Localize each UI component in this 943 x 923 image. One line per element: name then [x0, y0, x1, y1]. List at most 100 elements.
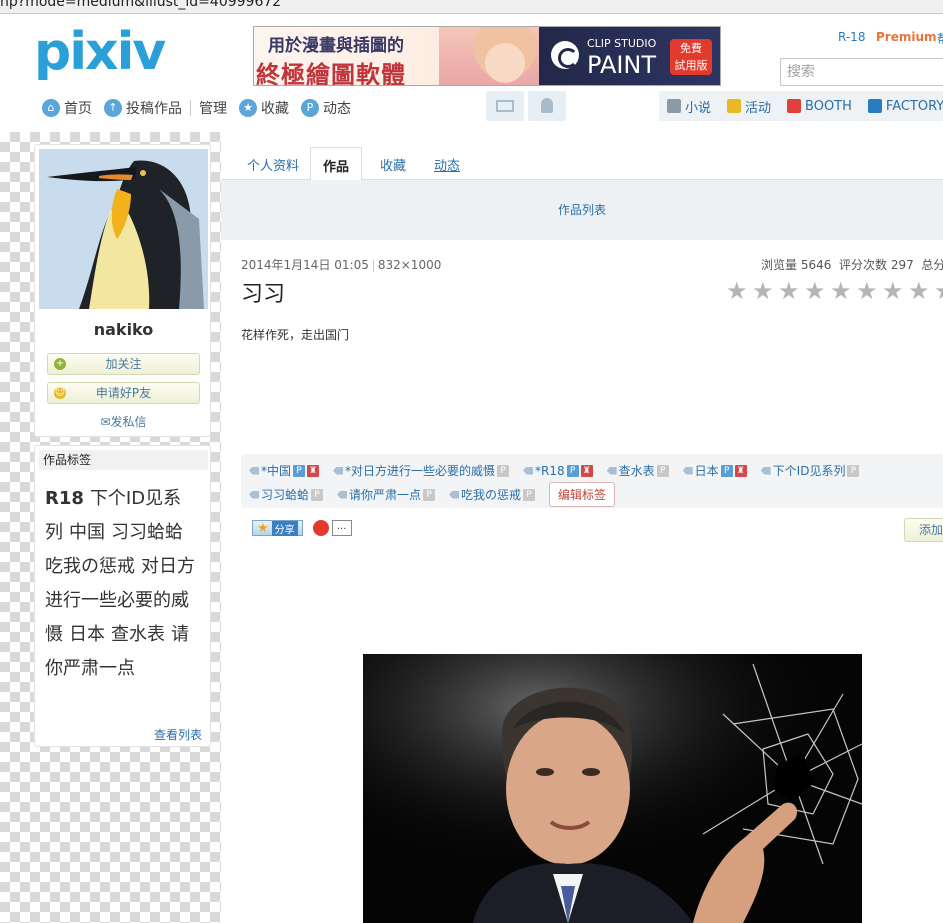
pixiv-encyclopedia-icon[interactable]: P [847, 464, 860, 477]
tag-cloud-item[interactable]: 中国 [69, 522, 105, 543]
send-message-link[interactable]: ✉发私信 [35, 413, 212, 430]
work-tag[interactable]: 日本 P ♜ [682, 462, 747, 479]
rating-star-icon[interactable]: ★ [778, 279, 800, 303]
tag-cloud-item[interactable]: R18 [45, 488, 84, 509]
pixiv-encyclopedia-icon[interactable]: P [720, 464, 733, 477]
nav-home[interactable]: ⌂ 首页 [42, 98, 92, 118]
pixiv-encyclopedia-icon[interactable]: P [293, 464, 306, 477]
ad-banner[interactable]: 用於漫畫與插圖的 終極繪圖軟體 CLIP STUDIO PAINT 免費 試用版 [253, 26, 721, 86]
address-bar[interactable]: hp?mode=medium&illust_id=40999672 [0, 0, 943, 14]
tab-works[interactable]: 作品 [310, 147, 363, 181]
ad-free-badge: 免費 試用版 [670, 39, 712, 75]
rating-star-icon[interactable]: ★ [752, 279, 774, 303]
work-tag-label: 请你严肃一点 [349, 488, 422, 502]
pixiv-encyclopedia-icon[interactable]: P [523, 488, 536, 501]
nav-upload[interactable]: ↑ 投稿作品 [104, 98, 182, 118]
r18-link[interactable]: R-18 [838, 30, 865, 44]
pixiv-encyclopedia-icon[interactable]: P [656, 464, 669, 477]
tab-feed[interactable]: 动态 [434, 155, 460, 174]
artwork-image[interactable] [363, 654, 862, 923]
work-title: 习习 [241, 282, 286, 307]
flag-icon [727, 99, 742, 113]
mypixiv-label: 申请好P友 [95, 386, 152, 400]
tag-icon [449, 490, 460, 499]
service-events[interactable]: 活动 [727, 97, 771, 116]
tab-bookmarks[interactable]: 收藏 [380, 155, 406, 174]
help-link[interactable]: 帮 [937, 30, 943, 47]
work-tag[interactable]: 查水表 P [606, 462, 669, 479]
send-message-label: 发私信 [110, 415, 147, 429]
service-booth-label: BOOTH [805, 98, 852, 114]
follow-button[interactable]: + 加关注 [47, 353, 200, 375]
work-tag[interactable]: *R18 P ♜ [523, 464, 593, 478]
share-label: 分享 [271, 520, 298, 536]
work-tag[interactable]: 下个ID见系列 P [760, 462, 860, 479]
pixiv-logo[interactable]: pixiv [34, 22, 166, 82]
profile-card: nakiko + 加关注 ☺ 申请好P友 ✉发私信 [34, 144, 211, 437]
dictionary-icon[interactable]: ♜ [580, 464, 593, 477]
weibo-icon[interactable] [312, 520, 329, 536]
nav-manage[interactable]: 管理 [199, 98, 227, 118]
star-icon: ★ [239, 99, 257, 117]
work-tag[interactable]: 习习蛤蛤 P [249, 486, 324, 503]
rating-star-icon[interactable]: ★ [804, 279, 826, 303]
tab-profile[interactable]: 个人资料 [247, 155, 299, 174]
pixiv-encyclopedia-icon[interactable]: P [311, 488, 324, 501]
pixiv-encyclopedia-icon[interactable]: P [423, 488, 436, 501]
work-tag[interactable]: 请你严肃一点 P [337, 486, 436, 503]
rating-star-icon[interactable]: ★ [856, 279, 878, 303]
mypixiv-button[interactable]: ☺ 申请好P友 [47, 382, 200, 404]
messages-button[interactable] [486, 91, 524, 121]
main-panel: 个人资料 作品 收藏 动态 作品列表 2014年1月14日 01:05 832×1… [221, 132, 943, 923]
envelope-icon [496, 100, 514, 112]
plus-icon: + [54, 358, 66, 370]
more-button[interactable]: ... [331, 520, 352, 536]
dictionary-icon[interactable]: ♜ [307, 464, 320, 477]
nav-feed[interactable]: P 动态 [301, 98, 351, 118]
envelope-icon: ✉ [100, 415, 111, 429]
work-tag[interactable]: 吃我の惩戒 P [449, 486, 536, 503]
nav-divider [190, 100, 191, 116]
add-bookmark-button[interactable]: 添加 [904, 518, 943, 542]
tag-icon [682, 466, 693, 475]
search-input[interactable] [780, 58, 943, 86]
ad-right-panel: CLIP STUDIO PAINT 免費 試用版 [539, 27, 720, 85]
ratings-count: 297 [890, 258, 914, 272]
share-button[interactable]: ★ 分享 [252, 520, 303, 536]
notifications-button[interactable] [528, 91, 566, 121]
work-tag[interactable]: *中国 P ♜ [249, 462, 320, 479]
rating-star-icon[interactable]: ★ [882, 279, 904, 303]
edit-tags-button[interactable]: 编辑标签 [549, 482, 616, 507]
view-list-link[interactable]: 查看列表 [154, 726, 202, 743]
ad-line2: 終極繪圖軟體 [256, 61, 406, 86]
ad-brand-small: CLIP STUDIO [587, 37, 657, 50]
work-tag[interactable]: *对日方进行一些必要的威慑 P [333, 462, 510, 479]
star-icon: ★ [257, 520, 269, 536]
tag-cloud-item[interactable]: 日本 [69, 624, 105, 645]
feed-icon: P [301, 99, 319, 117]
tag-cloud-item[interactable]: 吃我の惩戒 [45, 556, 135, 577]
work-list-link[interactable]: 作品列表 [558, 203, 606, 217]
username[interactable]: nakiko [35, 320, 212, 339]
tag-icon [606, 466, 617, 475]
dictionary-icon[interactable]: ♜ [734, 464, 747, 477]
rating-star-icon[interactable]: ★ [908, 279, 930, 303]
service-factory[interactable]: FACTORY [867, 99, 943, 114]
ad-illustration [439, 27, 549, 85]
tag-row: 习习蛤蛤 P 请你严肃一点 P 吃我の惩戒 P 编辑标签 [249, 482, 616, 507]
service-booth[interactable]: BOOTH [787, 99, 852, 114]
nav-bookmarks[interactable]: ★ 收藏 [239, 98, 289, 118]
pixiv-encyclopedia-icon[interactable]: P [497, 464, 510, 477]
ad-brand-large: PAINT [587, 51, 657, 79]
rating-star-icon[interactable]: ★ [726, 279, 748, 303]
tag-cloud-item[interactable]: 习习蛤蛤 [111, 522, 183, 543]
rating-stars[interactable]: ★★★★★★★★★★ [726, 279, 943, 303]
pixiv-encyclopedia-icon[interactable]: P [566, 464, 579, 477]
avatar[interactable] [39, 149, 208, 309]
rating-star-icon[interactable]: ★ [934, 279, 943, 303]
rating-star-icon[interactable]: ★ [830, 279, 852, 303]
tag-cloud-item[interactable]: 查水表 [111, 624, 165, 645]
url-text: hp?mode=medium&illust_id=40999672 [0, 0, 282, 10]
premium-link[interactable]: Premium [876, 30, 937, 44]
service-novel[interactable]: 小说 [667, 97, 711, 116]
